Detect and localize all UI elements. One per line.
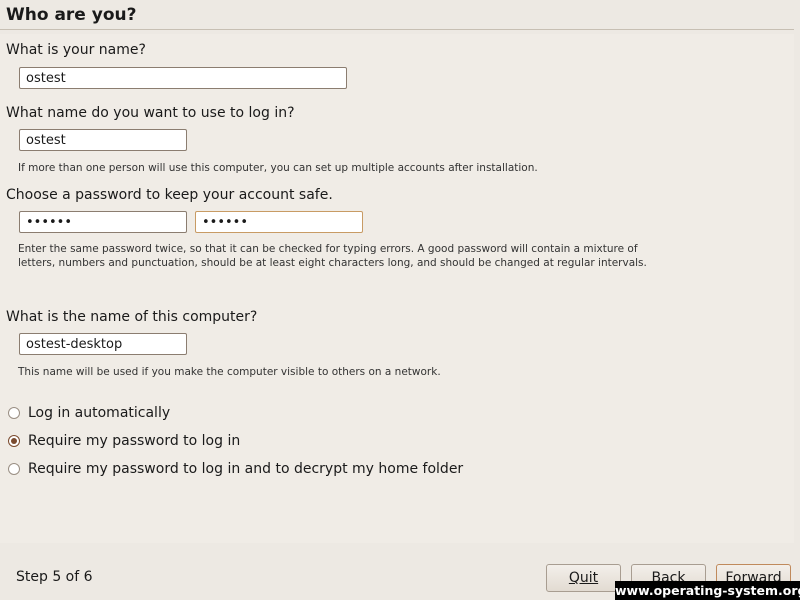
- installer-window: Who are you? What is your name? What nam…: [0, 0, 800, 600]
- confirm-password-input[interactable]: [195, 211, 363, 233]
- password-input[interactable]: [19, 211, 187, 233]
- quit-button[interactable]: Quit: [546, 564, 621, 592]
- radio-require-password[interactable]: Require my password to log in: [8, 432, 240, 450]
- radio-label: Require my password to log in and to dec…: [28, 461, 464, 477]
- radio-button[interactable]: [8, 407, 20, 419]
- radio-login-automatically[interactable]: Log in automatically: [8, 404, 170, 422]
- watermark: www.operating-system.org: [615, 581, 800, 600]
- page-title: Who are you?: [6, 5, 137, 25]
- step-indicator: Step 5 of 6: [16, 569, 93, 585]
- password-question: Choose a password to keep your account s…: [6, 187, 333, 203]
- login-name-hint: If more than one person will use this co…: [18, 162, 538, 174]
- computer-name-question: What is the name of this computer?: [6, 309, 258, 325]
- password-hint: Enter the same password twice, so that i…: [18, 243, 647, 269]
- radio-require-password-encrypt[interactable]: Require my password to log in and to dec…: [8, 460, 463, 478]
- name-question: What is your name?: [6, 42, 146, 58]
- radio-label: Require my password to log in: [28, 433, 241, 449]
- computer-name-hint: This name will be used if you make the c…: [18, 366, 441, 378]
- computer-name-input[interactable]: [19, 333, 187, 355]
- full-name-input[interactable]: [19, 67, 347, 89]
- radio-button-selected[interactable]: [8, 435, 20, 447]
- radio-label: Log in automatically: [28, 405, 171, 421]
- title-separator: [0, 29, 794, 30]
- login-name-question: What name do you want to use to log in?: [6, 105, 295, 121]
- login-name-input[interactable]: [19, 129, 187, 151]
- radio-button[interactable]: [8, 463, 20, 475]
